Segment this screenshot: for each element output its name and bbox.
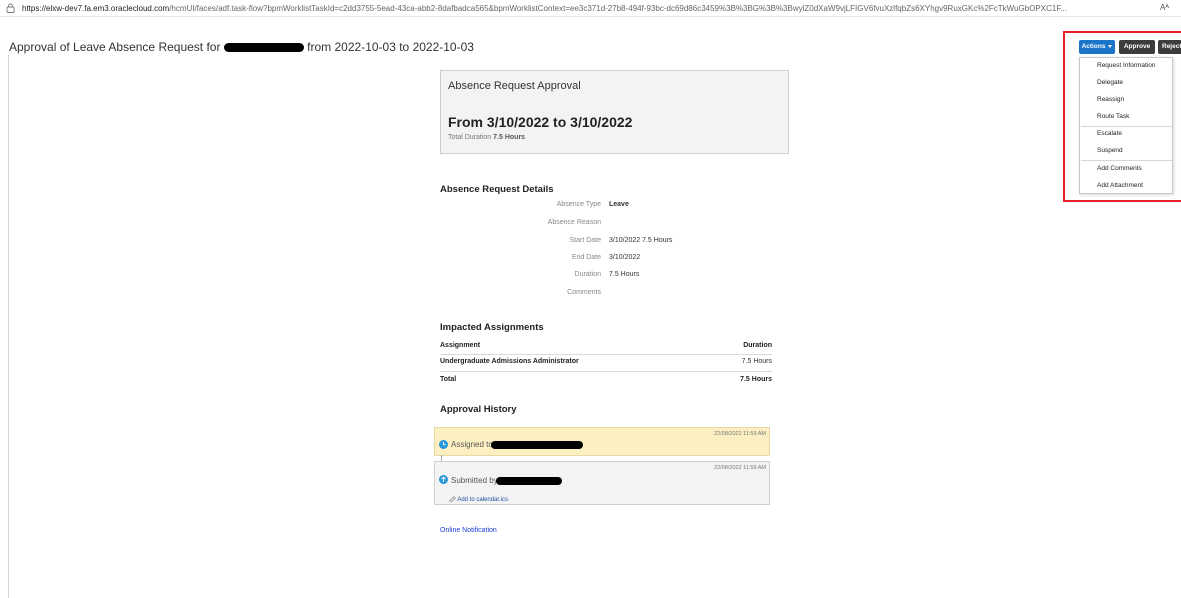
clock-icon bbox=[439, 440, 448, 449]
highlight-box bbox=[1063, 31, 1181, 202]
redacted-name bbox=[491, 440, 584, 449]
detail-label: Duration bbox=[574, 271, 601, 278]
add-to-calendar-link[interactable]: Add to calendar.ics bbox=[448, 496, 508, 503]
table-divider bbox=[440, 371, 772, 372]
table-total-row: Total 7.5 Hours bbox=[440, 373, 772, 388]
assignment-name: Undergraduate Admissions Administrator bbox=[440, 358, 579, 365]
arrow-up-icon bbox=[439, 475, 448, 484]
history-date: 22/08/2022 11:59 AM bbox=[714, 431, 766, 437]
reader-mode-icon[interactable]: Aᴬ bbox=[1160, 3, 1169, 12]
detail-value: 3/10/2022 7.5 Hours bbox=[609, 237, 673, 244]
detail-label: Absence Type bbox=[556, 201, 601, 208]
history-text: Assigned to bbox=[451, 440, 584, 449]
detail-label: Comments bbox=[567, 289, 601, 296]
details-heading: Absence Request Details bbox=[440, 184, 554, 195]
page-title: Approval of Leave Absence Request for fr… bbox=[9, 40, 474, 54]
assignments-heading: Impacted Assignments bbox=[440, 322, 544, 333]
summary-heading: Absence Request Approval bbox=[448, 80, 581, 92]
summary-duration: Total Duration 7.5 Hours bbox=[448, 134, 526, 141]
history-text: Submitted by bbox=[451, 476, 562, 485]
detail-value: 3/10/2022 bbox=[609, 254, 641, 261]
table-header: Assignment Duration bbox=[440, 339, 772, 354]
url-text: https://elxw-dev7.fa.em3.oraclecloud.com… bbox=[22, 4, 1067, 13]
left-divider bbox=[8, 55, 9, 598]
detail-label: Start Date bbox=[569, 237, 601, 244]
summary-dates: From 3/10/2022 to 3/10/2022 bbox=[448, 114, 633, 130]
redacted-name bbox=[223, 43, 304, 53]
summary-card: Absence Request Approval From 3/10/2022 … bbox=[440, 70, 789, 154]
address-bar[interactable]: https://elxw-dev7.fa.em3.oraclecloud.com… bbox=[0, 0, 1181, 17]
history-entry-assigned: 22/08/2022 11:59 AM Assigned to bbox=[434, 427, 770, 456]
lock-icon bbox=[6, 3, 15, 13]
column-header-assignment: Assignment bbox=[440, 342, 481, 349]
paperclip-icon bbox=[448, 496, 456, 503]
detail-label: Absence Reason bbox=[547, 219, 601, 226]
history-date: 22/08/2022 11:59 AM bbox=[714, 465, 766, 471]
total-label: Total bbox=[440, 376, 457, 383]
column-header-duration: Duration bbox=[743, 342, 772, 349]
assignment-duration: 7.5 Hours bbox=[741, 358, 772, 365]
redacted-name bbox=[495, 476, 562, 485]
detail-label: End Date bbox=[571, 254, 601, 261]
online-notification-link[interactable]: Online Notification bbox=[440, 527, 497, 534]
detail-value: Leave bbox=[609, 201, 629, 208]
detail-value: 7.5 Hours bbox=[609, 271, 640, 278]
history-entry-submitted: 22/08/2022 11:59 AM Submitted by Add to … bbox=[434, 461, 770, 505]
history-heading: Approval History bbox=[440, 404, 517, 415]
table-row: Undergraduate Admissions Administrator 7… bbox=[440, 355, 772, 370]
total-value: 7.5 Hours bbox=[740, 376, 772, 383]
